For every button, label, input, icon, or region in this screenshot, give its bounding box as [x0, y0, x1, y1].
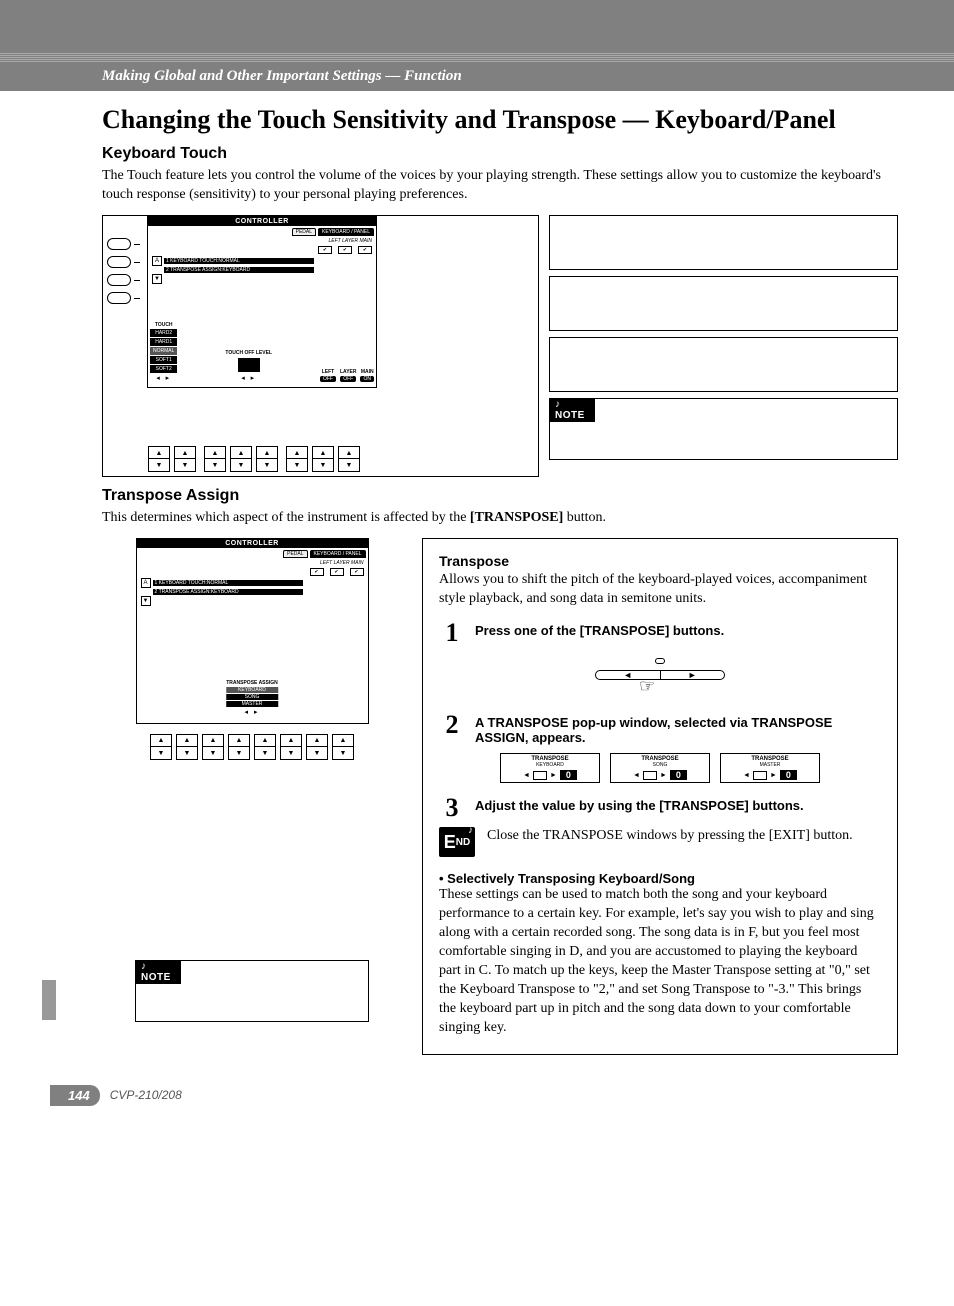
check-layer[interactable]: ✔ — [338, 246, 352, 254]
list-row-2: 2 TRANSPOSE ASSIGN:KEYBOARD — [164, 267, 314, 273]
updown-7[interactable]: ▲▼ — [312, 446, 334, 472]
touch-off-level: TOUCH OFF LEVEL ◂ ▸ — [225, 350, 272, 382]
hand-icon: ☞ — [639, 676, 655, 697]
list-btn-b[interactable]: ▼ — [152, 274, 162, 284]
end-body: Close the TRANSPOSE windows by pressing … — [487, 827, 853, 846]
step-number-3: 3 — [439, 795, 465, 821]
check2-main[interactable]: ✔ — [350, 568, 364, 576]
tab2-keyboard-panel[interactable]: KEYBOARD / PANEL — [310, 550, 366, 558]
list2-row-2: 2 TRANSPOSE ASSIGN:KEYBOARD — [153, 589, 303, 595]
ud2-1[interactable]: ▲▼ — [150, 734, 172, 760]
popup-master: TRANSPOSEMASTER ◄►0 — [720, 753, 820, 783]
transpose-body: Allows you to shift the pitch of the key… — [439, 571, 881, 609]
step-text-1: Press one of the [TRANSPOSE] buttons. — [475, 620, 881, 638]
updown-5[interactable]: ▲▼ — [256, 446, 278, 472]
step-number-2: 2 — [439, 712, 465, 738]
check-left[interactable]: ✔ — [318, 246, 332, 254]
note-box-1: ♪ NOTE — [549, 398, 898, 460]
ud2-8[interactable]: ▲▼ — [332, 734, 354, 760]
step-text-2: A TRANSPOSE pop-up window, selected via … — [475, 712, 881, 745]
updown-8[interactable]: ▲▼ — [338, 446, 360, 472]
part-switches: LEFTOFF LAYEROFF MAINON — [320, 369, 374, 382]
note-flag: ♪ NOTE — [549, 398, 595, 422]
section-heading-transpose-assign: Transpose Assign — [102, 487, 898, 505]
list2-btn-a[interactable]: A — [141, 578, 151, 588]
ud2-7[interactable]: ▲▼ — [306, 734, 328, 760]
callout-box-2 — [549, 276, 898, 331]
side-button-d[interactable] — [107, 292, 131, 304]
bullet-heading: • Selectively Transposing Keyboard/Song — [439, 871, 881, 886]
screen-title: CONTROLLER — [148, 217, 376, 226]
list-row-1: 1 KEYBOARD TOUCH:NORMAL — [164, 258, 314, 264]
ud2-4[interactable]: ▲▼ — [228, 734, 250, 760]
updown-1[interactable]: ▲▼ — [148, 446, 170, 472]
breadcrumb: Making Global and Other Important Settin… — [0, 62, 954, 91]
section-heading-keyboard-touch: Keyboard Touch — [102, 145, 898, 163]
list2-row-1: 1 KEYBOARD TOUCH:NORMAL — [153, 580, 303, 586]
list2-btn-b[interactable]: ▼ — [141, 596, 151, 606]
note-flag-2: ♪ NOTE — [135, 960, 181, 984]
touch-list: TOUCH HARD2 HARD1 NORMAL SOFT1 SOFT2 ◂ ▸ — [150, 322, 177, 382]
ud2-5[interactable]: ▲▼ — [254, 734, 276, 760]
lcd-screen: CONTROLLER PEDAL KEYBOARD / PANEL LEFT L… — [147, 216, 377, 388]
figure-controller-transpose: CONTROLLER PEDAL KEYBOARD / PANEL LEFT L… — [136, 538, 369, 724]
panel-side-buttons — [107, 238, 131, 304]
popup-song: TRANSPOSESONG ◄►0 — [610, 753, 710, 783]
check2-left[interactable]: ✔ — [310, 568, 324, 576]
tab-pedal[interactable]: PEDAL — [292, 228, 316, 236]
page-title: Changing the Touch Sensitivity and Trans… — [102, 105, 898, 135]
popup-keyboard: TRANSPOSEKEYBOARD ◄►0 — [500, 753, 600, 783]
updown-3[interactable]: ▲▼ — [204, 446, 226, 472]
tab2-pedal[interactable]: PEDAL — [283, 550, 307, 558]
step-text-3: Adjust the value by using the [TRANSPOSE… — [475, 795, 881, 813]
side-button-b[interactable] — [107, 256, 131, 268]
bullet-body: These settings can be used to match both… — [439, 886, 881, 1037]
figure-controller-touch: CONTROLLER PEDAL KEYBOARD / PANEL LEFT L… — [102, 215, 539, 477]
check-labels-2: LEFT LAYER MAIN — [137, 560, 368, 568]
side-button-c[interactable] — [107, 274, 131, 286]
transpose-popups: TRANSPOSEKEYBOARD ◄►0 TRANSPOSESONG ◄►0 … — [439, 753, 881, 783]
transpose-heading: Transpose — [439, 553, 881, 569]
thumb-tab — [42, 980, 56, 1020]
check-labels: LEFT LAYER MAIN — [148, 238, 376, 246]
check-main[interactable]: ✔ — [358, 246, 372, 254]
ud2-6[interactable]: ▲▼ — [280, 734, 302, 760]
panel2-updown-buttons: ▲▼ ▲▼ ▲▼ ▲▼ ▲▼ ▲▼ ▲▼ ▲▼ — [102, 734, 402, 760]
updown-4[interactable]: ▲▼ — [230, 446, 252, 472]
end-icon: END — [439, 827, 475, 857]
page-number: 144 — [50, 1085, 100, 1106]
note-box-2: ♪ NOTE — [135, 960, 369, 1022]
callout-box-1 — [549, 215, 898, 270]
callout-box-3 — [549, 337, 898, 392]
updown-6[interactable]: ▲▼ — [286, 446, 308, 472]
transpose-procedure-box: Transpose Allows you to shift the pitch … — [422, 538, 898, 1055]
step-number-1: 1 — [439, 620, 465, 646]
section-body-transpose-assign: This determines which aspect of the inst… — [102, 509, 898, 528]
tab-keyboard-panel[interactable]: KEYBOARD / PANEL — [318, 228, 374, 236]
check2-layer[interactable]: ✔ — [330, 568, 344, 576]
list-btn-a[interactable]: A — [152, 256, 162, 266]
ud2-2[interactable]: ▲▼ — [176, 734, 198, 760]
model-label: CVP-210/208 — [110, 1088, 182, 1102]
updown-2[interactable]: ▲▼ — [174, 446, 196, 472]
transpose-assign-list: TRANSPOSE ASSIGN KEYBOARD SONG MASTER ◂ … — [226, 680, 278, 716]
side-button-a[interactable] — [107, 238, 131, 250]
screen2-title: CONTROLLER — [137, 539, 368, 548]
header-bar — [0, 0, 954, 52]
panel-updown-buttons: ▲▼ ▲▼ ▲▼ ▲▼ ▲▼ ▲▼ ▲▼ ▲▼ — [147, 446, 361, 472]
section-body-keyboard-touch: The Touch feature lets you control the v… — [102, 167, 898, 205]
transpose-buttons-illustration: ◄► ☞ — [595, 656, 725, 696]
ud2-3[interactable]: ▲▼ — [202, 734, 224, 760]
header-stripes — [0, 52, 954, 62]
